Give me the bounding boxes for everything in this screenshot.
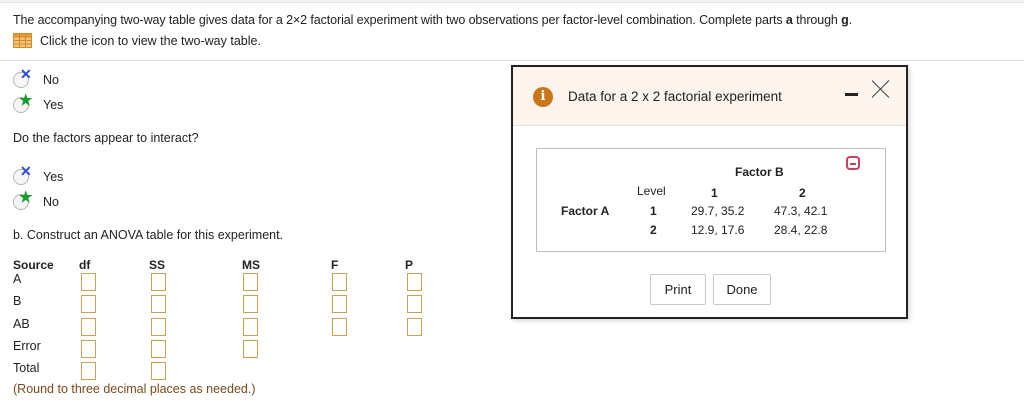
minimize-icon[interactable] (845, 87, 859, 101)
correct-star-icon: ★ (19, 189, 33, 206)
anova-row-error: Error (13, 339, 41, 353)
df-a-input[interactable] (81, 273, 96, 291)
f-ab-input[interactable] (332, 318, 347, 336)
anova-row-a: A (13, 272, 22, 286)
q1-option-yes[interactable]: ★ Yes (13, 93, 64, 113)
factor-a-level-2: 2 (650, 223, 657, 237)
factor-b-label: Factor B (735, 165, 784, 179)
section-divider (0, 60, 1024, 61)
ss-b-input[interactable] (151, 295, 166, 313)
radio-button[interactable]: ★ (13, 190, 32, 210)
level-label: Level (637, 184, 666, 198)
copy-icon[interactable] (846, 156, 860, 170)
done-button[interactable]: Done (713, 274, 771, 305)
option-label: Yes (43, 98, 64, 112)
table-cell-a2-b1: 12.9, 17.6 (691, 223, 745, 237)
p-a-input[interactable] (407, 273, 422, 291)
view-table-label[interactable]: Click the icon to view the two-way table… (40, 34, 261, 48)
option-label: No (43, 195, 59, 209)
radio-button[interactable]: ✕ (13, 164, 32, 185)
interaction-question: Do the factors appear to interact? (13, 131, 199, 145)
ss-a-input[interactable] (151, 273, 166, 291)
dialog-title: Data for a 2 x 2 factorial experiment (568, 89, 782, 104)
factor-a-label: Factor A (561, 204, 610, 218)
df-ab-input[interactable] (81, 318, 96, 336)
view-table-link[interactable]: Click the icon to view the two-way table… (13, 33, 261, 48)
ms-b-input[interactable] (243, 295, 258, 313)
ss-ab-input[interactable] (151, 318, 166, 336)
factor-a-level-1: 1 (650, 204, 657, 218)
p-b-input[interactable] (407, 295, 422, 313)
rounding-note: (Round to three decimal places as needed… (13, 382, 256, 396)
q2-option-no[interactable]: ★ No (13, 190, 59, 210)
q1-option-no[interactable]: ✕ No (13, 67, 59, 88)
question-text: The accompanying two-way table gives dat… (13, 13, 853, 27)
incorrect-x-icon: ✕ (20, 66, 32, 82)
data-table-dialog: i Data for a 2 x 2 factorial experiment … (511, 65, 908, 319)
ss-error-input[interactable] (151, 340, 166, 358)
option-label: Yes (43, 170, 64, 184)
top-border (0, 0, 1024, 3)
factor-b-level-2: 2 (799, 186, 806, 200)
ss-total-input[interactable] (151, 362, 166, 380)
table-cell-a1-b2: 47.3, 42.1 (774, 204, 828, 218)
radio-button[interactable]: ✕ (13, 67, 32, 88)
p-ab-input[interactable] (407, 318, 422, 336)
anova-header-source: Source (13, 258, 54, 272)
radio-button[interactable]: ★ (13, 93, 32, 113)
dialog-header: i Data for a 2 x 2 factorial experiment (513, 67, 906, 126)
anova-header-ss: SS (149, 258, 166, 272)
f-a-input[interactable] (332, 273, 347, 291)
table-grid-icon[interactable] (13, 33, 32, 48)
close-icon[interactable] (871, 79, 891, 99)
correct-star-icon: ★ (19, 92, 33, 109)
table-cell-a1-b1: 29.7, 35.2 (691, 204, 745, 218)
part-b-prompt: b. Construct an ANOVA table for this exp… (13, 228, 284, 242)
anova-row-ab: AB (13, 317, 30, 331)
ms-a-input[interactable] (243, 273, 258, 291)
anova-header-f: F (331, 258, 339, 272)
two-way-table-panel: Factor B Level 1 2 Factor A 1 2 29.7, 35… (536, 148, 886, 252)
print-button[interactable]: Print (650, 274, 706, 305)
anova-header-p: P (405, 258, 414, 272)
anova-header-ms: MS (242, 258, 260, 272)
anova-header-df: df (79, 258, 91, 272)
df-error-input[interactable] (81, 340, 96, 358)
ms-error-input[interactable] (243, 340, 258, 358)
info-icon: i (533, 87, 553, 107)
df-b-input[interactable] (81, 295, 96, 313)
option-label: No (43, 73, 59, 87)
anova-row-b: B (13, 294, 22, 308)
anova-row-total: Total (13, 361, 40, 375)
ms-ab-input[interactable] (243, 318, 258, 336)
factor-b-level-1: 1 (711, 186, 718, 200)
df-total-input[interactable] (81, 362, 96, 380)
q2-option-yes[interactable]: ✕ Yes (13, 164, 64, 185)
incorrect-x-icon: ✕ (20, 163, 32, 179)
f-b-input[interactable] (332, 295, 347, 313)
table-cell-a2-b2: 28.4, 22.8 (774, 223, 828, 237)
